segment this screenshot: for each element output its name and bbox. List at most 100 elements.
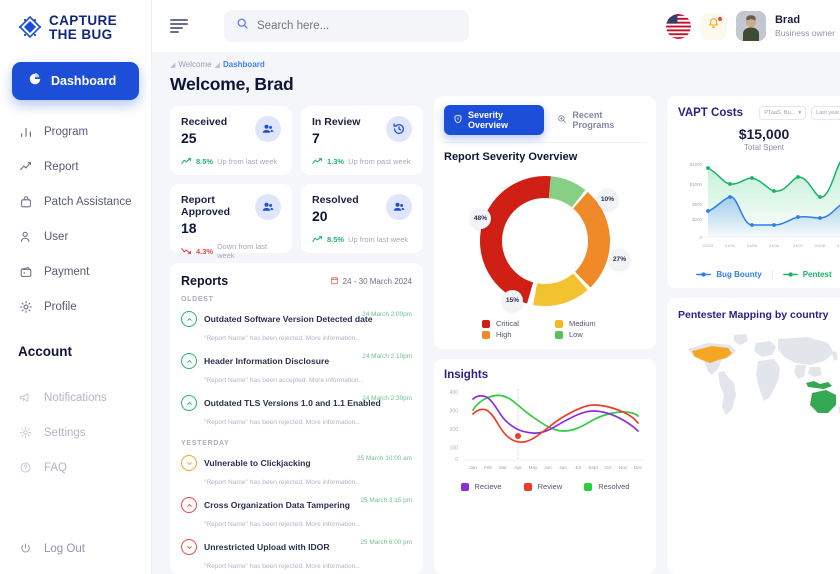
logout-button[interactable]: Log Out: [0, 541, 151, 574]
stat-label: Received: [181, 116, 228, 128]
calendar-icon: [330, 276, 339, 287]
sidebar-item-dashboard[interactable]: Dashboard: [12, 62, 139, 100]
sidebar-item-patch-assistance[interactable]: Patch Assistance: [0, 184, 151, 219]
pie-chart-icon: [28, 72, 42, 91]
insights-highlight-dot: [515, 433, 521, 439]
megaphone-icon: [18, 390, 33, 405]
stat-value: 20: [312, 208, 328, 224]
notifications-button[interactable]: [699, 12, 727, 40]
stat-value: 18: [181, 220, 197, 236]
brand-logo[interactable]: CAPTURE THE BUG: [0, 0, 151, 42]
svg-text:Sept: Sept: [588, 465, 598, 470]
report-name: Vulnerable to Clickjacking: [204, 458, 311, 468]
map-title: Pentester Mapping by country: [678, 309, 829, 321]
breadcrumb-current[interactable]: Dashboard: [223, 60, 265, 69]
trend-up-icon: [312, 152, 323, 170]
legend-item-low: Low: [555, 330, 620, 339]
legend-label: Recieve: [474, 482, 502, 491]
hamburger-icon[interactable]: [170, 19, 188, 33]
svg-text:$500: $500: [692, 202, 702, 207]
svg-text:$1000: $1000: [690, 182, 703, 187]
stat-card-report-approved[interactable]: Report Approved 18 4.3% Down from last w…: [170, 184, 292, 260]
stat-card-in-review[interactable]: In Review 7 1.3% Up from past week: [301, 106, 423, 175]
sidebar-label: User: [44, 230, 69, 243]
stat-note: Up from last week: [348, 234, 409, 244]
sidebar-item-profile[interactable]: Profile: [0, 289, 151, 324]
sidebar-label: FAQ: [44, 461, 68, 474]
sidebar-label: Settings: [44, 426, 86, 439]
wallet-icon: [18, 264, 33, 279]
legend-label: Bug Bounty: [716, 270, 762, 279]
vapt-period-select[interactable]: Last year ▾: [811, 106, 840, 120]
shield-icon: [453, 114, 463, 126]
legend-label: High: [496, 330, 512, 339]
stat-note: Up from last week: [217, 156, 278, 166]
legend-item-recieve: Recieve: [460, 482, 502, 491]
sidebar-item-report[interactable]: Report: [0, 149, 151, 184]
report-desc: "Report Name" has been rejected. More in…: [204, 479, 361, 486]
report-row[interactable]: Header Information Disclosure "Report Na…: [181, 348, 412, 390]
sidebar-item-user[interactable]: User: [0, 219, 151, 254]
tab-label: Severity Overview: [468, 110, 509, 130]
search-plus-icon: [557, 114, 567, 126]
map-highlight-indonesia[interactable]: [806, 381, 832, 389]
app-root: CAPTURE THE BUG Dashboard Program Report…: [0, 0, 840, 574]
report-name: Unrestricted Upload with IDOR: [204, 542, 330, 552]
vapt-program-select[interactable]: PTaaS, Bu... ▾: [759, 106, 807, 120]
users-icon: [255, 116, 281, 142]
avatar[interactable]: [735, 11, 766, 41]
sidebar-item-program[interactable]: Program: [0, 114, 151, 149]
sidebar: CAPTURE THE BUG Dashboard Program Report…: [0, 0, 152, 574]
report-row[interactable]: Cross Organization Data Tampering "Repor…: [181, 492, 412, 534]
sidebar-label: Program: [44, 125, 89, 138]
users-icon: [386, 194, 412, 220]
user-role: Business owner: [774, 27, 835, 38]
tab-severity-overview[interactable]: Severity Overview: [444, 105, 545, 135]
us-flag-icon[interactable]: [665, 13, 691, 39]
tab-recent-programs[interactable]: Recent Programs: [548, 105, 646, 135]
stat-value: 25: [181, 130, 197, 146]
report-row[interactable]: Outdated Software Version Detected date …: [181, 306, 412, 348]
report-row[interactable]: Unrestricted Upload with IDOR "Report Na…: [181, 534, 412, 574]
breadcrumb-root[interactable]: Welcome: [178, 60, 211, 69]
svg-text:01/06: 01/06: [769, 243, 780, 248]
sidebar-account-nav: Notifications Settings FAQ: [0, 380, 151, 485]
report-desc: "Report Name" has been rejected. More in…: [204, 419, 361, 426]
stat-card-received[interactable]: Received 25 8.5% Up from last week: [170, 106, 292, 175]
sidebar-item-settings[interactable]: Settings: [0, 415, 151, 450]
trend-down-icon: [181, 242, 192, 260]
sidebar-item-payment[interactable]: Payment: [0, 254, 151, 289]
legend-line-icon: [696, 272, 712, 277]
topbar: Brad Business owner: [152, 0, 840, 52]
svg-text:Oct: Oct: [604, 465, 612, 470]
trend-up-icon: [312, 230, 323, 248]
power-icon: [18, 541, 33, 556]
stat-card-resolved[interactable]: Resolved 20 8.5% Up from last week: [301, 184, 423, 253]
svg-text:01/04: 01/04: [725, 243, 736, 248]
account-heading: Account: [18, 344, 72, 359]
legend-label: Medium: [569, 319, 596, 328]
svg-text:Jun: Jun: [544, 465, 552, 470]
legend-swatch: [555, 319, 563, 328]
report-row[interactable]: Vulnerable to Clickjacking "Report Name"…: [181, 450, 412, 492]
search-input[interactable]: [257, 20, 457, 32]
sidebar-item-notifications[interactable]: Notifications: [0, 380, 151, 415]
legend-item-bug-bounty: Bug Bounty: [696, 270, 762, 279]
reports-title: Reports: [181, 274, 229, 288]
legend-swatch: [555, 330, 563, 339]
svg-text:$1500: $1500: [690, 162, 703, 167]
report-row[interactable]: Outdated TLS Versions 1.0 and 1.1 Enable…: [181, 390, 412, 432]
reports-date-range[interactable]: 24 - 30 March 2024: [330, 276, 412, 287]
svg-text:Nov: Nov: [619, 465, 628, 470]
vapt-costs-card: VAPT Costs PTaaS, Bu... ▾ Last year ▾: [667, 96, 840, 288]
insights-card: Insights 400 300 200 100 0 Jan Feb Mar Apr…: [434, 359, 656, 574]
line-chart-icon: [18, 159, 33, 174]
severity-donut-chart: 48% 10% 27% 15%: [444, 165, 646, 317]
donut-label-low: 10%: [597, 189, 618, 210]
svg-text:400: 400: [450, 390, 459, 396]
map-highlight-australia[interactable]: [810, 390, 836, 413]
sidebar-label: Payment: [44, 265, 90, 278]
sidebar-item-faq[interactable]: FAQ: [0, 450, 151, 485]
stat-delta: 1.3%: [327, 156, 345, 166]
search-box[interactable]: [224, 10, 469, 42]
